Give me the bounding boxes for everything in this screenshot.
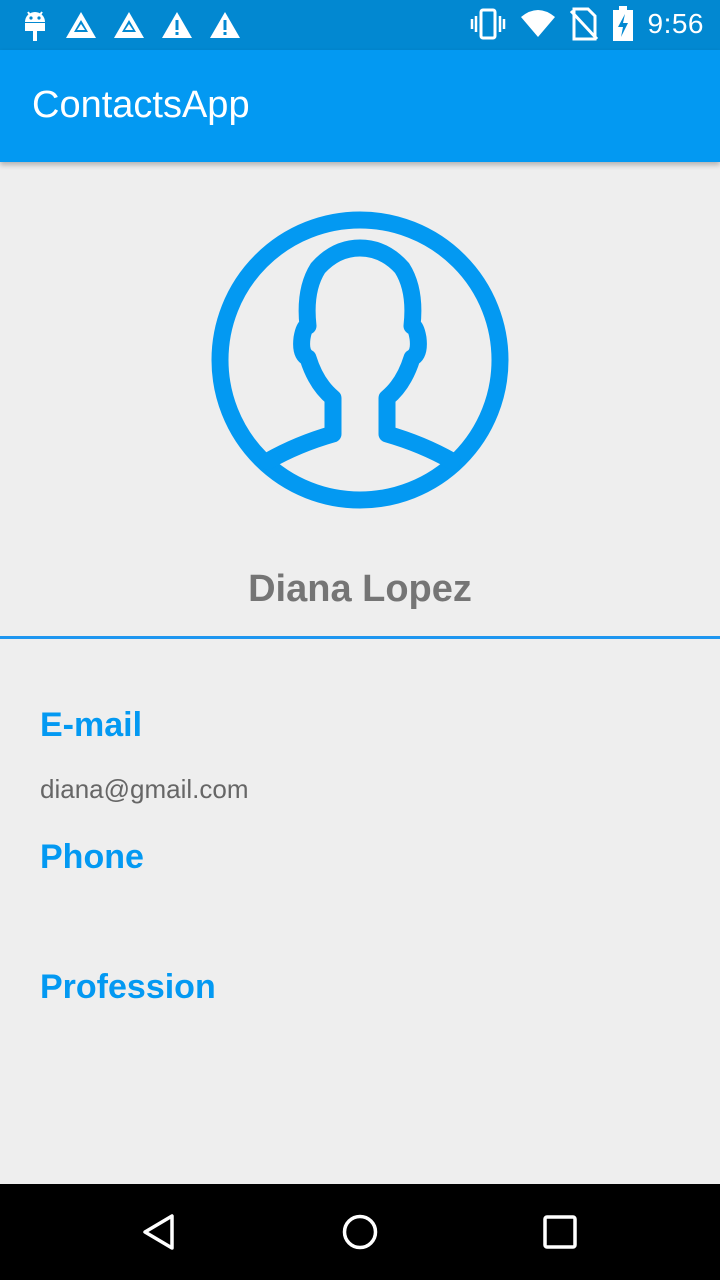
back-button[interactable] [100, 1184, 220, 1280]
triangle-notification-icon [64, 10, 98, 40]
android-debug-icon [20, 8, 50, 42]
app-bar: ContactsApp [0, 50, 720, 162]
recents-button[interactable] [500, 1184, 620, 1280]
phone-label: Phone [40, 838, 144, 876]
wifi-icon [520, 9, 556, 39]
email-label: E-mail [40, 706, 143, 744]
triangle-notification-icon [112, 10, 146, 40]
profession-label: Profession [40, 968, 216, 1006]
back-icon [143, 1214, 174, 1250]
email-value: diana@gmail.com [40, 774, 249, 804]
recents-icon [543, 1215, 577, 1249]
app-title: ContactsApp [32, 84, 250, 126]
contact-name: Diana Lopez [248, 568, 472, 610]
battery-charging-icon [612, 6, 634, 42]
status-time: 9:56 [647, 8, 704, 39]
warning-icon [160, 10, 194, 40]
name-divider [0, 636, 720, 639]
vibrate-icon [470, 7, 506, 41]
no-sim-icon [569, 7, 598, 41]
system-icons: 9:56 [470, 6, 705, 42]
home-button[interactable] [300, 1184, 420, 1280]
navigation-bar [0, 1184, 720, 1280]
home-icon [342, 1214, 378, 1250]
warning-icon [208, 10, 242, 40]
person-circle-icon [208, 208, 512, 512]
status-bar: 9:56 [0, 0, 720, 50]
notification-icons [20, 8, 242, 42]
